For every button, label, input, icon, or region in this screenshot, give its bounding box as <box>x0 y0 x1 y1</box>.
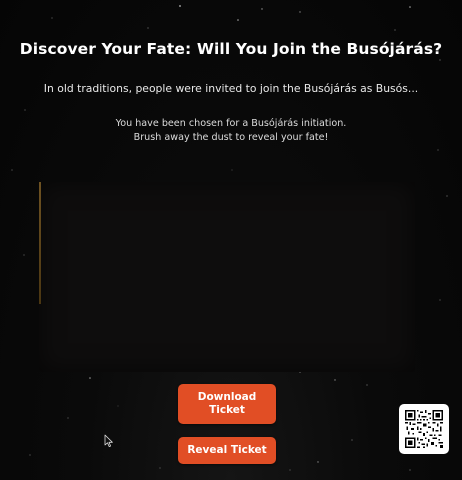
page-title: Discover Your Fate: Will You Join the Bu… <box>19 40 443 58</box>
download-ticket-button[interactable]: Download Ticket <box>178 384 276 424</box>
qr-code-icon <box>405 410 443 448</box>
fate-page: Discover Your Fate: Will You Join the Bu… <box>0 0 462 480</box>
mouse-pointer-icon <box>104 434 113 447</box>
reveal-ticket-button[interactable]: Reveal Ticket <box>178 437 276 464</box>
instruction-line-1: You have been chosen for a Busójárás ini… <box>115 118 347 129</box>
scratch-card-area[interactable] <box>39 182 415 372</box>
page-subtitle: In old traditions, people were invited t… <box>43 82 419 95</box>
instructions: You have been chosen for a Busójárás ini… <box>0 117 462 145</box>
instruction-line-2: Brush away the dust to reveal your fate! <box>133 132 329 143</box>
scratch-card-edge <box>39 182 41 304</box>
qr-code <box>399 404 449 454</box>
